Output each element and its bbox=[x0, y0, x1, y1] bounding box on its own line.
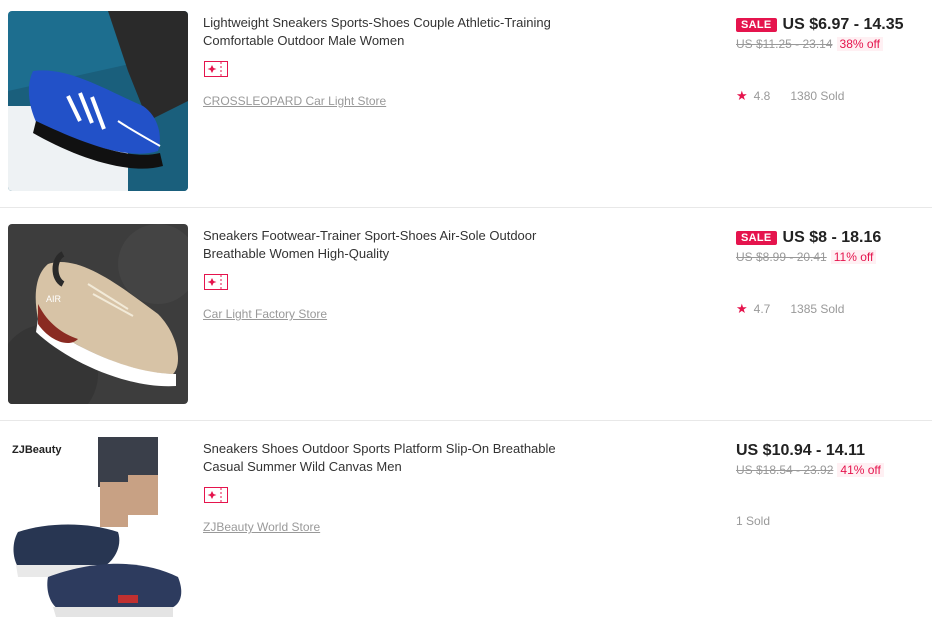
original-price: US $18.54 - 23.92 bbox=[736, 463, 834, 477]
image-brand-text: ZJBeauty bbox=[12, 444, 62, 456]
coupon-icon bbox=[204, 487, 228, 503]
svg-text:AIR: AIR bbox=[46, 294, 62, 304]
list-item[interactable]: Lightweight Sneakers Sports-Shoes Couple… bbox=[0, 0, 932, 208]
star-icon: ★ bbox=[736, 88, 748, 103]
sold-count: 1385 Sold bbox=[790, 302, 845, 316]
price-row: SALE US $8 - 18.16 bbox=[736, 229, 881, 247]
price: US $8 - 18.16 bbox=[782, 229, 882, 246]
discount-badge: 38% off bbox=[836, 37, 883, 51]
coupon-icon bbox=[204, 274, 228, 290]
product-image[interactable] bbox=[8, 11, 188, 191]
product-title[interactable]: Sneakers Shoes Outdoor Sports Platform S… bbox=[203, 440, 593, 476]
price-row: US $10.94 - 14.11 bbox=[736, 442, 865, 460]
product-image[interactable]: AIR bbox=[8, 224, 188, 404]
product-title[interactable]: Sneakers Footwear-Trainer Sport-Shoes Ai… bbox=[203, 227, 593, 263]
rating: 4.7 bbox=[753, 302, 771, 316]
original-price: US $8.99 - 20.41 bbox=[736, 250, 827, 264]
original-price-row: US $8.99 - 20.41 11% off bbox=[736, 250, 877, 264]
store-link[interactable]: CROSSLEOPARD Car Light Store bbox=[203, 94, 386, 108]
navy-slip-on-image: ZJBeauty bbox=[8, 437, 188, 617]
original-price-row: US $11.25 - 23.14 38% off bbox=[736, 37, 883, 51]
beige-air-sneaker-image: AIR bbox=[8, 224, 188, 404]
store-link[interactable]: ZJBeauty World Store bbox=[203, 520, 320, 534]
list-item[interactable]: ZJBeauty Sneakers Shoes Outdoor Sports P… bbox=[0, 421, 932, 634]
sale-badge: SALE bbox=[736, 18, 777, 32]
rating: 4.8 bbox=[753, 89, 771, 103]
star-icon: ★ bbox=[736, 301, 748, 316]
product-title[interactable]: Lightweight Sneakers Sports-Shoes Couple… bbox=[203, 14, 593, 50]
list-item[interactable]: AIR Sneakers Footwear-Trainer Sport-Shoe… bbox=[0, 208, 932, 421]
meta-row: ★ 4.7 1385 Sold bbox=[736, 301, 844, 317]
coupon-icon bbox=[204, 61, 228, 77]
price-row: SALE US $6.97 - 14.35 bbox=[736, 16, 904, 34]
sold-count: 1 Sold bbox=[736, 514, 771, 528]
original-price-row: US $18.54 - 23.92 41% off bbox=[736, 463, 884, 477]
price: US $6.97 - 14.35 bbox=[782, 16, 904, 33]
sold-count: 1380 Sold bbox=[790, 89, 845, 103]
product-image[interactable]: ZJBeauty bbox=[8, 437, 188, 617]
discount-badge: 11% off bbox=[830, 250, 877, 264]
product-list: Lightweight Sneakers Sports-Shoes Couple… bbox=[0, 0, 932, 634]
price: US $10.94 - 14.11 bbox=[736, 442, 865, 459]
store-link[interactable]: Car Light Factory Store bbox=[203, 307, 327, 321]
meta-row: 1 Sold bbox=[736, 514, 770, 528]
meta-row: ★ 4.8 1380 Sold bbox=[736, 88, 844, 104]
discount-badge: 41% off bbox=[837, 463, 884, 477]
original-price: US $11.25 - 23.14 bbox=[736, 37, 833, 51]
blue-sneaker-image bbox=[8, 11, 188, 191]
sale-badge: SALE bbox=[736, 231, 777, 245]
